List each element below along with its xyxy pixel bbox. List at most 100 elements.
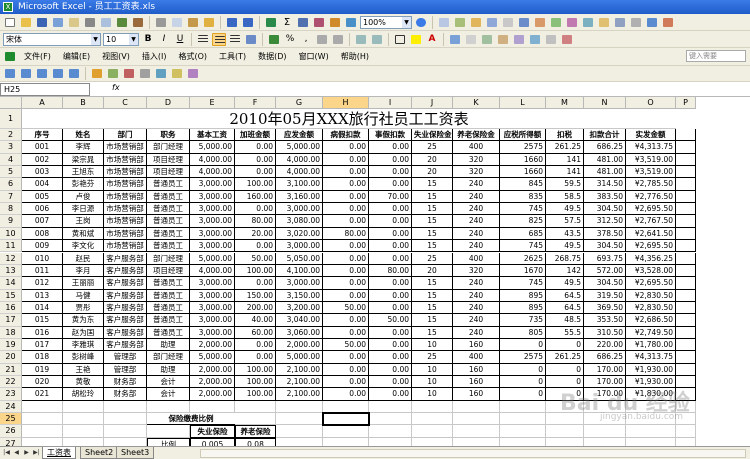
font-size-select[interactable]: 10 ▼ [103, 32, 139, 46]
cell[interactable] [104, 437, 147, 446]
help-icon[interactable] [414, 16, 428, 29]
cell[interactable]: 20 [412, 264, 453, 278]
review-l-icon[interactable] [186, 67, 200, 80]
cell[interactable]: 015 [22, 314, 63, 327]
cell[interactable] [276, 437, 323, 446]
cell[interactable]: 0.00 [369, 153, 412, 167]
cell[interactable]: 745 [500, 277, 546, 290]
cell[interactable] [676, 326, 696, 339]
help-search-input[interactable]: 键入需要 [686, 50, 746, 62]
cell[interactable] [676, 289, 696, 302]
cell[interactable] [500, 425, 546, 438]
cell[interactable]: 0.00 [369, 141, 412, 154]
toolbar-k-icon[interactable] [597, 16, 611, 29]
cell[interactable]: 0.00 [323, 264, 369, 278]
cell[interactable]: 320 [453, 264, 500, 278]
cell[interactable] [63, 413, 104, 426]
cell[interactable]: 2,000.00 [190, 338, 235, 352]
cell[interactable]: 845 [500, 178, 546, 191]
cell[interactable]: 378.50 [584, 227, 626, 241]
cell[interactable]: 1670 [500, 264, 546, 278]
cell[interactable]: 市场营销部 [104, 203, 147, 216]
cell[interactable]: 160.00 [235, 190, 276, 204]
cell[interactable]: 0.00 [369, 227, 412, 241]
cell[interactable]: 5,000.00 [276, 351, 323, 364]
cell[interactable] [369, 437, 412, 446]
cell[interactable]: 1660 [500, 166, 546, 179]
toolbar-m-icon[interactable] [629, 16, 643, 29]
cell[interactable] [147, 400, 190, 414]
column-header-f[interactable]: F [235, 97, 276, 109]
cell[interactable]: 0 [500, 376, 546, 389]
cell[interactable] [63, 425, 104, 438]
cell[interactable]: 304.50 [584, 277, 626, 290]
cell[interactable] [412, 425, 453, 438]
cell[interactable]: 会计 [147, 388, 190, 401]
cell[interactable]: 160 [453, 388, 500, 401]
cell[interactable]: 2575 [500, 351, 546, 364]
row-header-6[interactable]: 6 [0, 178, 22, 191]
cell[interactable]: 卢俊 [63, 190, 104, 204]
cell[interactable]: 304.50 [584, 203, 626, 216]
cell[interactable]: 481.00 [584, 166, 626, 179]
cell[interactable]: 021 [22, 388, 63, 401]
column-header-j[interactable]: J [412, 97, 453, 109]
row-header-14[interactable]: 14 [0, 277, 22, 290]
menu-file[interactable]: 文件(F) [19, 49, 56, 65]
cell[interactable]: ¥2,767.50 [626, 215, 676, 228]
menu-data[interactable]: 数据(D) [253, 49, 291, 65]
cell[interactable]: 012 [22, 277, 63, 290]
cell[interactable]: 客户服务部 [104, 277, 147, 290]
cell[interactable]: 320 [453, 166, 500, 179]
cell[interactable]: 100.00 [235, 264, 276, 278]
column-header-d[interactable]: D [147, 97, 190, 109]
toolbar-n-icon[interactable] [645, 16, 659, 29]
format-painter-icon[interactable] [202, 16, 216, 29]
cell[interactable]: 141 [546, 153, 584, 167]
menu-insert[interactable]: 插入(I) [137, 49, 172, 65]
cell[interactable]: 贾彤 [63, 301, 104, 315]
cell[interactable]: 李月 [63, 264, 104, 278]
column-header-n[interactable]: N [584, 97, 626, 109]
cell[interactable]: 0.00 [323, 351, 369, 364]
cell[interactable]: 20 [412, 166, 453, 179]
sheet-title[interactable]: 2010年05月XXX旅行社员工工资表 [22, 109, 676, 129]
row-header-20[interactable]: 20 [0, 351, 22, 364]
cell[interactable]: 60.00 [235, 326, 276, 339]
cell[interactable]: 15 [412, 190, 453, 204]
cell[interactable] [412, 400, 453, 414]
cell[interactable]: 314.50 [584, 178, 626, 191]
cell[interactable]: 15 [412, 215, 453, 228]
cell[interactable]: 0.00 [369, 240, 412, 253]
cell[interactable]: 49.5 [546, 240, 584, 253]
cell[interactable]: 扣款合计 [584, 129, 626, 142]
cell[interactable]: 项目经理 [147, 153, 190, 167]
cell[interactable]: 170.00 [584, 363, 626, 376]
cell[interactable] [63, 400, 104, 414]
cell[interactable]: ¥2,830.50 [626, 301, 676, 315]
next-sheet-icon[interactable]: ▶ [22, 448, 31, 458]
review-a-icon[interactable] [3, 67, 17, 80]
cell[interactable]: 客户服务部 [104, 252, 147, 265]
column-header-b[interactable]: B [63, 97, 104, 109]
cell[interactable]: 220.00 [584, 338, 626, 352]
cell[interactable]: 李文化 [63, 240, 104, 253]
cell[interactable]: 会计 [147, 376, 190, 389]
cell[interactable]: 15 [412, 178, 453, 191]
cell[interactable] [147, 425, 190, 438]
align-center-icon[interactable] [212, 32, 226, 46]
column-header-c[interactable]: C [104, 97, 147, 109]
cell[interactable]: 240 [453, 203, 500, 216]
toolbar-t-icon[interactable] [512, 33, 526, 46]
cell[interactable]: ¥3,519.00 [626, 166, 676, 179]
cell[interactable] [676, 141, 696, 154]
first-sheet-icon[interactable]: |◀ [2, 448, 11, 458]
comma-icon[interactable]: , [299, 33, 313, 46]
align-right-icon[interactable] [228, 33, 242, 46]
cell[interactable] [500, 400, 546, 414]
cell[interactable] [369, 413, 412, 426]
chart-wizard-icon[interactable] [328, 16, 342, 29]
row-header-25[interactable]: 25 [0, 413, 22, 426]
cell[interactable]: ¥1,780.00 [626, 338, 676, 352]
cell[interactable]: 10 [412, 376, 453, 389]
